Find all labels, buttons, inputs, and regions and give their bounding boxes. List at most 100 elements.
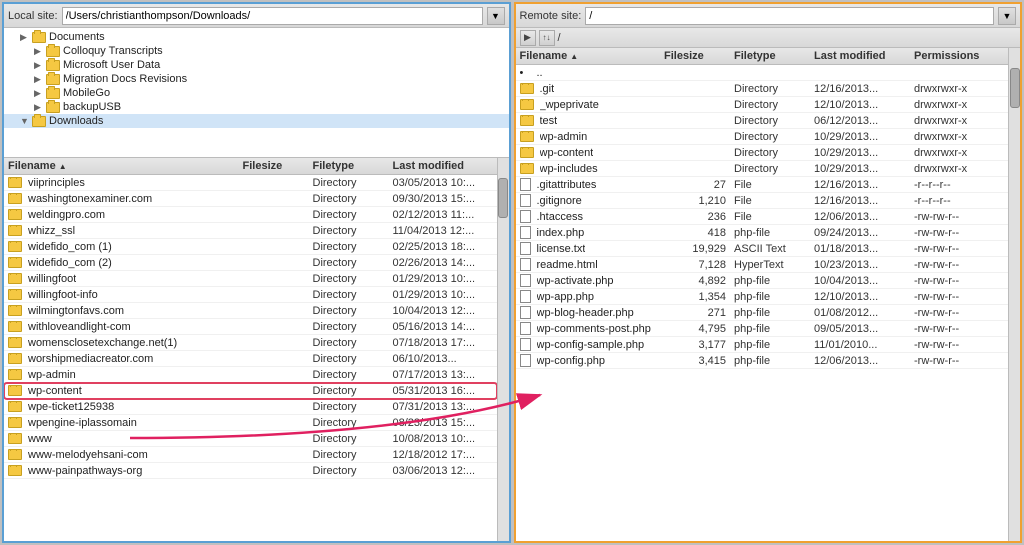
remote-col-filename[interactable]: Filename ▲ (520, 50, 665, 62)
remote-col-permissions[interactable]: Permissions (914, 50, 1004, 62)
table-row[interactable]: wp-admin Directory 10/29/2013... drwxrwx… (516, 129, 1009, 145)
file-name: readme.html (537, 259, 598, 271)
file-name: wp-config.php (537, 355, 606, 367)
table-row[interactable]: index.php 418 php-file 09/24/2013... -rw… (516, 225, 1009, 241)
file-permissions-cell: drwxrwxr-x (914, 83, 1004, 95)
file-name-cell: womensclosetexchange.net(1) (8, 337, 243, 349)
folder-icon (520, 99, 534, 110)
table-row[interactable]: www Directory 10/08/2013 10:... (4, 431, 497, 447)
tree-item[interactable]: ▶MobileGo (4, 86, 509, 100)
table-row[interactable]: wp-content Directory 10/29/2013... drwxr… (516, 145, 1009, 161)
file-name-cell: willingfoot (8, 273, 243, 285)
table-row[interactable]: www-painpathways-org Directory 03/06/201… (4, 463, 497, 479)
remote-col-filetype[interactable]: Filetype (734, 50, 814, 62)
tree-item[interactable]: ▶Migration Docs Revisions (4, 72, 509, 86)
table-row[interactable]: willingfoot Directory 01/29/2013 10:... (4, 271, 497, 287)
tree-item[interactable]: ▶backupUSB (4, 100, 509, 114)
table-row[interactable]: widefido_com (1) Directory 02/25/2013 18… (4, 239, 497, 255)
table-row[interactable]: wp-blog-header.php 271 php-file 01/08/20… (516, 305, 1009, 321)
remote-scrollbar-thumb[interactable] (1010, 68, 1020, 108)
table-row[interactable]: worshipmediacreator.com Directory 06/10/… (4, 351, 497, 367)
file-permissions-cell: -rw-rw-r-- (914, 275, 1004, 287)
table-row[interactable]: wp-admin Directory 07/17/2013 13:... (4, 367, 497, 383)
nav-up-button[interactable]: ↑↓ (539, 30, 555, 46)
folder-icon (8, 273, 22, 284)
file-permissions-cell: -rw-rw-r-- (914, 227, 1004, 239)
file-modified-cell: 12/10/2013... (814, 291, 914, 303)
table-row[interactable]: wp-config.php 3,415 php-file 12/06/2013.… (516, 353, 1009, 369)
table-row[interactable]: womensclosetexchange.net(1) Directory 07… (4, 335, 497, 351)
file-name-cell: willingfoot-info (8, 289, 243, 301)
table-row[interactable]: washingtonexaminer.com Directory 09/30/2… (4, 191, 497, 207)
table-row[interactable]: www-melodyehsani-com Directory 12/18/201… (4, 447, 497, 463)
folder-icon (8, 385, 22, 396)
local-tree: ▶Documents▶Colloquy Transcripts▶Microsof… (4, 28, 509, 158)
table-row[interactable]: widefido_com (2) Directory 02/26/2013 14… (4, 255, 497, 271)
file-name-cell: .gitignore (520, 194, 665, 207)
file-name: www (28, 433, 52, 445)
dotdot-icon: • (520, 67, 534, 79)
file-name: .htaccess (537, 211, 583, 223)
remote-scrollbar[interactable] (1008, 48, 1020, 541)
local-scrollbar-thumb[interactable] (498, 178, 508, 218)
table-row[interactable]: wp-comments-post.php 4,795 php-file 09/0… (516, 321, 1009, 337)
nav-back-button[interactable]: ▶ (520, 30, 536, 46)
local-col-filetype[interactable]: Filetype (313, 160, 393, 172)
table-row[interactable]: readme.html 7,128 HyperText 10/23/2013..… (516, 257, 1009, 273)
table-row[interactable]: wp-content Directory 05/31/2013 16:... (4, 383, 497, 399)
remote-col-filesize[interactable]: Filesize (664, 50, 734, 62)
tree-item[interactable]: ▶Microsoft User Data (4, 58, 509, 72)
tree-item[interactable]: ▶Colloquy Transcripts (4, 44, 509, 58)
table-row[interactable]: test Directory 06/12/2013... drwxrwxr-x (516, 113, 1009, 129)
file-type-cell: Directory (313, 305, 393, 317)
table-row[interactable]: • .. (516, 65, 1009, 81)
folder-icon (8, 465, 22, 476)
table-row[interactable]: license.txt 19,929 ASCII Text 01/18/2013… (516, 241, 1009, 257)
file-name-cell: .git (520, 83, 665, 95)
table-row[interactable]: .gitignore 1,210 File 12/16/2013... -r--… (516, 193, 1009, 209)
file-modified-cell: 10/29/2013... (814, 163, 914, 175)
file-type-cell: Directory (313, 321, 393, 333)
file-type-cell: Directory (313, 241, 393, 253)
table-row[interactable]: .gitattributes 27 File 12/16/2013... -r-… (516, 177, 1009, 193)
file-name: womensclosetexchange.net(1) (28, 337, 177, 349)
file-type-cell: php-file (734, 355, 814, 367)
local-site-dropdown[interactable]: ▼ (487, 7, 505, 25)
table-row[interactable]: viiprinciples Directory 03/05/2013 10:..… (4, 175, 497, 191)
table-row[interactable]: wp-activate.php 4,892 php-file 10/04/201… (516, 273, 1009, 289)
local-col-modified[interactable]: Last modified (393, 160, 493, 172)
table-row[interactable]: _wpeprivate Directory 12/10/2013... drwx… (516, 97, 1009, 113)
table-row[interactable]: wpe-ticket125938 Directory 07/31/2013 13… (4, 399, 497, 415)
file-modified-cell: 12/16/2013... (814, 83, 914, 95)
table-row[interactable]: wp-includes Directory 10/29/2013... drwx… (516, 161, 1009, 177)
table-row[interactable]: withloveandlight-com Directory 05/16/201… (4, 319, 497, 335)
remote-site-input[interactable] (585, 7, 994, 25)
file-permissions-cell: -r--r--r-- (914, 195, 1004, 207)
remote-file-list-body[interactable]: • .. .git Directory 12/16/2013... drwxrw… (516, 65, 1009, 541)
table-row[interactable]: willingfoot-info Directory 01/29/2013 10… (4, 287, 497, 303)
local-col-filename[interactable]: Filename ▲ (8, 160, 243, 172)
tree-item[interactable]: ▶Documents (4, 30, 509, 44)
tree-arrow: ▶ (34, 60, 46, 71)
table-row[interactable]: .htaccess 236 File 12/06/2013... -rw-rw-… (516, 209, 1009, 225)
tree-item[interactable]: ▼Downloads (4, 114, 509, 128)
table-row[interactable]: wp-config-sample.php 3,177 php-file 11/0… (516, 337, 1009, 353)
file-size-cell: 1,210 (664, 195, 734, 207)
remote-site-label: Remote site: (520, 10, 582, 22)
file-size-cell: 4,795 (664, 323, 734, 335)
remote-site-dropdown[interactable]: ▼ (998, 7, 1016, 25)
table-row[interactable]: wilmingtonfavs.com Directory 10/04/2013 … (4, 303, 497, 319)
remote-nav-path: / (558, 32, 561, 44)
table-row[interactable]: weldingpro.com Directory 02/12/2013 11:.… (4, 207, 497, 223)
table-row[interactable]: wpengine-iplassomain Directory 08/23/201… (4, 415, 497, 431)
local-col-filesize[interactable]: Filesize (243, 160, 313, 172)
table-row[interactable]: wp-app.php 1,354 php-file 12/10/2013... … (516, 289, 1009, 305)
local-scrollbar[interactable] (497, 158, 509, 541)
file-permissions-cell: -rw-rw-r-- (914, 243, 1004, 255)
remote-col-modified[interactable]: Last modified (814, 50, 914, 62)
file-modified-cell: 12/06/2013... (814, 211, 914, 223)
table-row[interactable]: whizz_ssl Directory 11/04/2013 12:... (4, 223, 497, 239)
local-site-input[interactable] (62, 7, 483, 25)
table-row[interactable]: .git Directory 12/16/2013... drwxrwxr-x (516, 81, 1009, 97)
local-file-list-body[interactable]: viiprinciples Directory 03/05/2013 10:..… (4, 175, 497, 541)
